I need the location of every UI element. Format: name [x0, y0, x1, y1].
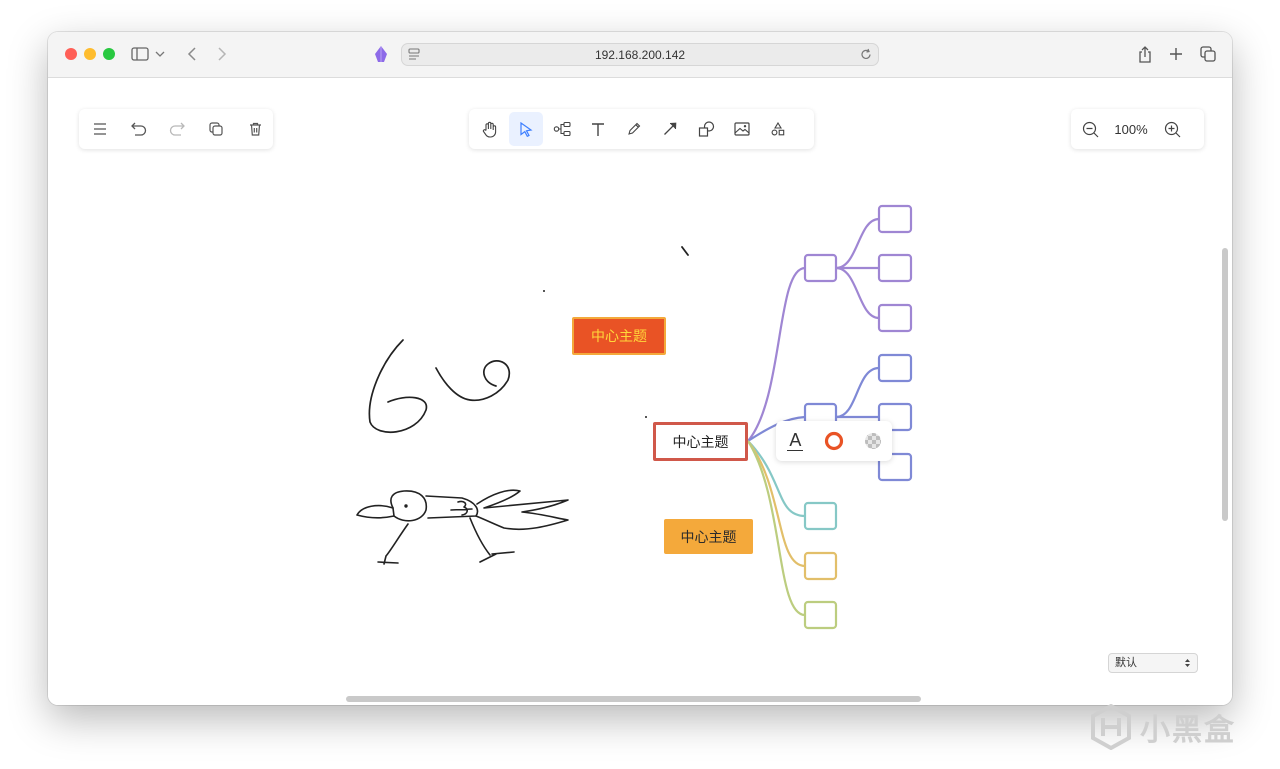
maximize-window-button[interactable] [103, 48, 115, 60]
browser-window: 192.168.200.142 100% 中心主题 中心主题 中心主题 A 默认 [48, 32, 1232, 705]
address-text: 192.168.200.142 [594, 48, 686, 62]
freehand-bird[interactable] [356, 489, 569, 565]
ring-icon [824, 431, 844, 451]
node-style-popover: A [776, 421, 892, 461]
select-updown-icon [1185, 659, 1190, 667]
text-color-glyph: A [789, 429, 802, 450]
fill-color-button[interactable] [861, 429, 885, 453]
minimize-window-button[interactable] [84, 48, 96, 60]
horizontal-scrollbar[interactable] [346, 696, 921, 702]
child-node[interactable] [877, 303, 913, 333]
theme-select-value: 默认 [1115, 657, 1137, 669]
vertical-scrollbar[interactable] [1222, 248, 1228, 521]
stray-dot [645, 416, 647, 418]
child-node[interactable] [803, 551, 838, 581]
center-topic-label: 中心主题 [672, 433, 729, 450]
orange-topic-node[interactable]: 中心主题 [664, 519, 753, 554]
child-node[interactable] [877, 253, 913, 283]
chevron-down-icon[interactable] [153, 43, 167, 65]
stray-mark [681, 246, 689, 256]
border-color-button[interactable] [822, 429, 846, 453]
back-arrow-icon[interactable] [181, 43, 203, 65]
child-node[interactable] [877, 353, 913, 383]
child-node[interactable] [803, 253, 838, 283]
reload-icon[interactable] [860, 48, 872, 66]
address-bar[interactable]: 192.168.200.142 [401, 43, 879, 66]
child-node[interactable] [803, 600, 838, 630]
share-icon[interactable] [1134, 43, 1156, 65]
child-node[interactable] [877, 204, 913, 234]
site-favicon-icon [370, 43, 392, 65]
tab-overview-icon[interactable] [1197, 43, 1219, 65]
red-topic-label: 中心主题 [591, 328, 647, 344]
watermark: 小黑盒 [1090, 702, 1236, 752]
theme-select[interactable]: 默认 [1108, 653, 1198, 673]
close-window-button[interactable] [65, 48, 77, 60]
forward-arrow-icon[interactable] [211, 43, 233, 65]
text-color-button[interactable]: A [783, 429, 807, 453]
transparent-fill-icon [864, 433, 881, 449]
child-node[interactable] [803, 501, 838, 531]
red-topic-node[interactable]: 中心主题 [572, 317, 666, 355]
text-color-underline [787, 449, 804, 452]
orange-topic-label: 中心主题 [680, 528, 737, 545]
new-tab-plus-icon[interactable] [1165, 43, 1187, 65]
sidebar-toggle-icon[interactable] [129, 43, 151, 65]
xiaoheihe-logo-icon [1091, 704, 1131, 750]
browser-titlebar: 192.168.200.142 [48, 32, 1232, 78]
whiteboard-canvas[interactable]: 100% 中心主题 中心主题 中心主题 A 默认 [48, 78, 1232, 705]
drawing-layer [356, 204, 913, 630]
stray-dot [543, 290, 545, 292]
watermark-text: 小黑盒 [1140, 714, 1236, 747]
freehand-scribble[interactable] [368, 339, 511, 434]
center-topic-node[interactable]: 中心主题 [653, 422, 748, 461]
